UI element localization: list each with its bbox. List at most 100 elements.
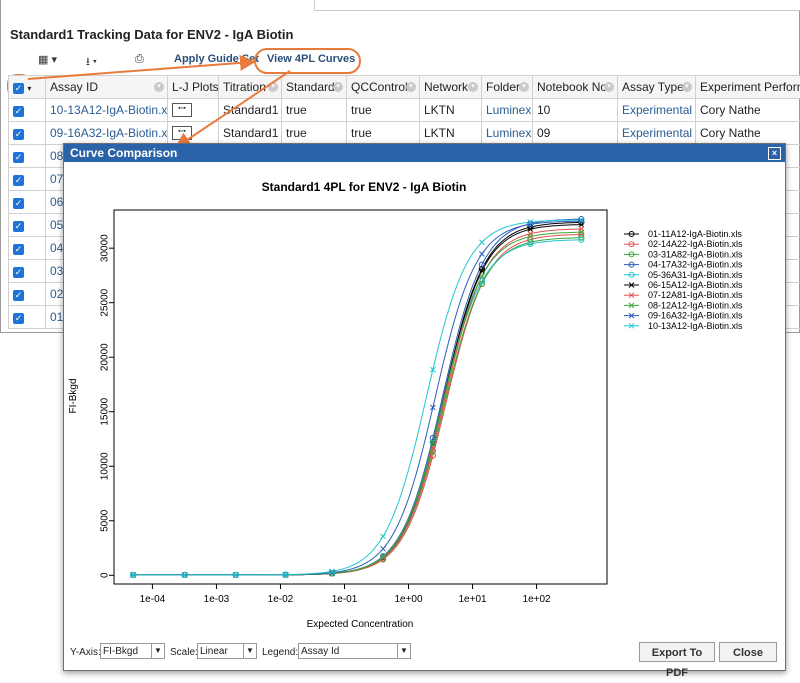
chevron-down-icon[interactable]: ▾ <box>604 82 614 92</box>
curve-line-2 <box>130 234 583 575</box>
cell-lj-plots[interactable]: ▪▫▪ <box>168 122 219 145</box>
scale-select[interactable]: Linear ▼ <box>197 643 257 659</box>
row-checkbox[interactable]: ✓ <box>9 237 46 260</box>
page-title: Standard1 Tracking Data for ENV2 - IgA B… <box>10 27 293 42</box>
legend-item: 05-36A31-IgA-Biotin.xls <box>624 270 743 280</box>
col-qccontrol[interactable]: QCControl▾ <box>347 76 420 99</box>
legend-value: Assay Id <box>301 646 339 657</box>
col-lj-plots[interactable]: L-J Plots <box>168 76 219 99</box>
curve-line-7 <box>130 229 583 575</box>
chevron-down-icon[interactable]: ▾ <box>333 82 343 92</box>
apply-guide-set-button[interactable]: Apply Guide Set <box>174 53 259 65</box>
chevron-down-icon[interactable]: ▾ <box>519 82 529 92</box>
cell-assay-id[interactable]: 09-16A32-IgA-Biotin.xls <box>46 122 168 145</box>
x-tick-label: 1e-02 <box>268 594 294 605</box>
row-checkbox[interactable]: ✓ <box>9 99 46 122</box>
scale-label-text: Scale: <box>170 647 198 658</box>
col-assay-id[interactable]: Assay ID▾ <box>46 76 168 99</box>
col-folder[interactable]: Folder▾ <box>482 76 533 99</box>
y-tick-label: 0 <box>100 572 111 578</box>
x-tick-label: 1e-01 <box>332 594 358 605</box>
legend-item: 07-12A81-IgA-Biotin.xls <box>624 290 743 300</box>
data-point <box>479 251 484 256</box>
x-tick-label: 1e-04 <box>140 594 166 605</box>
col-standard[interactable]: Standard▾ <box>282 76 347 99</box>
chevron-down-icon[interactable]: ▾ <box>682 82 692 92</box>
legend-label: 10-13A12-IgA-Biotin.xls <box>648 321 743 331</box>
legend-item: 06-15A12-IgA-Biotin.xls <box>624 280 743 290</box>
print-icon[interactable]: ⎙ <box>135 53 144 66</box>
legend-label: 07-12A81-IgA-Biotin.xls <box>648 290 743 300</box>
row-checkbox[interactable]: ✓ <box>9 306 46 329</box>
cell-notebook: 10 <box>533 99 618 122</box>
lj-plot-icon[interactable]: ▪▫▪ <box>172 103 192 117</box>
y-axis-label-text: Y-Axis: <box>70 647 101 658</box>
chevron-down-icon[interactable]: ▾ <box>268 82 278 92</box>
curve-line-8 <box>130 232 583 575</box>
cell-performer: Cory Nathe <box>696 99 800 122</box>
row-checkbox[interactable]: ✓ <box>9 260 46 283</box>
cell-titration: Standard1 <box>219 122 282 145</box>
top-input[interactable] <box>314 0 800 11</box>
cell-performer: Cory Nathe <box>696 122 800 145</box>
curve-line-9 <box>130 221 583 575</box>
row-checkbox[interactable]: ✓ <box>9 214 46 237</box>
data-point <box>381 546 386 551</box>
table-row[interactable]: ✓10-13A12-IgA-Biotin.xls ▪▫▪ Standard1 true… <box>9 99 800 122</box>
table-header-row: ✓ ▾ Assay ID▾ L-J Plots Titration▾ Stand… <box>9 76 800 99</box>
y-tick-label: 15000 <box>100 397 111 425</box>
chevron-down-icon[interactable]: ▾ <box>154 82 164 92</box>
export-to-pdf-button[interactable]: Export To PDF <box>639 642 715 662</box>
chevron-down-icon: ▼ <box>397 644 410 658</box>
chevron-down-icon[interactable]: ▾ <box>406 82 416 92</box>
chevron-down-icon: ▼ <box>151 644 164 658</box>
top-bar <box>0 0 800 14</box>
legend-select[interactable]: Assay Id ▼ <box>298 643 411 659</box>
grid-view-icon[interactable]: ▦ ▾ <box>38 53 57 66</box>
cell-qccontrol: true <box>347 99 420 122</box>
legend-label: 02-14A22-IgA-Biotin.xls <box>648 239 743 249</box>
legend-label: 09-16A32-IgA-Biotin.xls <box>648 311 743 321</box>
data-point <box>479 240 484 245</box>
col-titration[interactable]: Titration▾ <box>219 76 282 99</box>
chevron-down-icon[interactable]: ▾ <box>468 82 478 92</box>
curve-comparison-dialog: Curve Comparison × Standard1 4PL for ENV… <box>63 143 786 671</box>
dialog-title-bar[interactable]: Curve Comparison × <box>64 144 785 162</box>
legend-label: 05-36A31-IgA-Biotin.xls <box>648 270 743 280</box>
row-checkbox[interactable]: ✓ <box>9 145 46 168</box>
cell-assay-type[interactable]: Experimental <box>618 122 696 145</box>
y-axis-value: FI-Bkgd <box>103 646 138 657</box>
row-checkbox[interactable]: ✓ <box>9 191 46 214</box>
select-all-checkbox[interactable]: ✓ ▾ <box>9 76 46 99</box>
cell-lj-plots[interactable]: ▪▫▪ <box>168 99 219 122</box>
legend-label: 06-15A12-IgA-Biotin.xls <box>648 280 743 290</box>
lj-plot-icon[interactable]: ▪▫▪ <box>172 126 192 140</box>
row-checkbox[interactable]: ✓ <box>9 168 46 191</box>
cell-folder[interactable]: Luminex <box>482 99 533 122</box>
cell-folder[interactable]: Luminex <box>482 122 533 145</box>
cell-assay-id[interactable]: 10-13A12-IgA-Biotin.xls <box>46 99 168 122</box>
row-checkbox[interactable]: ✓ <box>9 283 46 306</box>
cell-notebook: 09 <box>533 122 618 145</box>
table-row[interactable]: ✓09-16A32-IgA-Biotin.xls▪▫▪Standard1true… <box>9 122 800 145</box>
y-axis-select[interactable]: FI-Bkgd ▼ <box>100 643 165 659</box>
cell-network: LKTN <box>420 99 482 122</box>
chart-title: Standard1 4PL for ENV2 - IgA Biotin <box>262 180 467 194</box>
col-network[interactable]: Network▾ <box>420 76 482 99</box>
y-tick-label: 10000 <box>100 452 111 480</box>
col-assay-type[interactable]: Assay Type▾ <box>618 76 696 99</box>
data-point <box>479 274 484 279</box>
legend-label: 04-17A32-IgA-Biotin.xls <box>648 260 743 270</box>
close-icon[interactable]: × <box>768 147 781 160</box>
cell-assay-type[interactable]: Experimental <box>618 99 696 122</box>
export-icon[interactable]: ⭳ ▾ <box>86 53 97 72</box>
x-tick-label: 1e+00 <box>394 594 423 605</box>
row-checkbox[interactable]: ✓ <box>9 122 46 145</box>
col-experiment-performer[interactable]: Experiment Perform <box>696 76 800 99</box>
cell-titration: Standard1 <box>219 99 282 122</box>
y-tick-label: 30000 <box>100 234 111 262</box>
y-tick-label: 5000 <box>100 509 111 532</box>
cell-network: LKTN <box>420 122 482 145</box>
close-button[interactable]: Close <box>719 642 777 662</box>
col-notebook-no[interactable]: Notebook No▾ <box>533 76 618 99</box>
